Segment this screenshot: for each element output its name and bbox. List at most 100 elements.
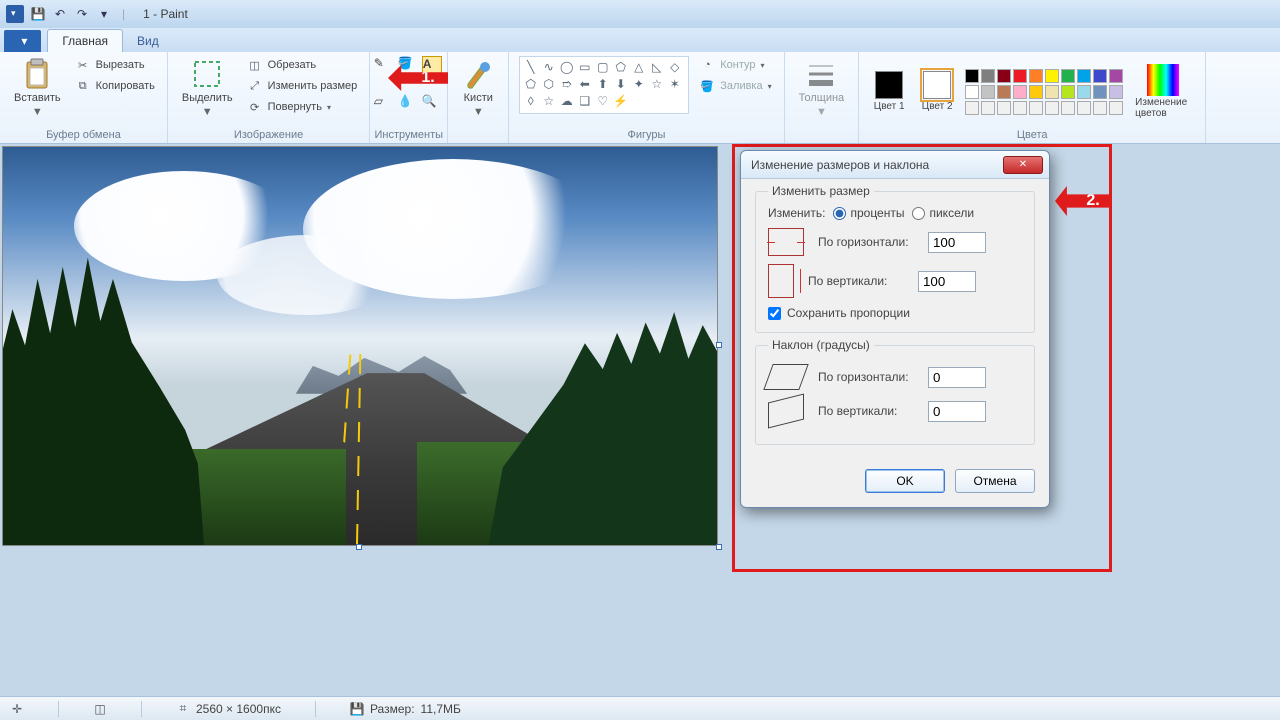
save-icon[interactable]: 💾	[30, 6, 46, 22]
dialog-titlebar[interactable]: Изменение размеров и наклона ✕	[741, 151, 1049, 179]
qat-dropdown-icon[interactable]: ▾	[96, 6, 112, 22]
palette-swatch[interactable]	[981, 101, 995, 115]
palette-swatch[interactable]	[1109, 101, 1123, 115]
horizontal-input[interactable]	[928, 232, 986, 253]
palette-swatch[interactable]	[981, 85, 995, 99]
tab-home[interactable]: Главная	[47, 29, 123, 52]
shape-polygon-icon[interactable]: ⬠	[613, 60, 628, 74]
picker-icon[interactable]: 💧	[398, 94, 418, 114]
palette-swatch[interactable]	[1093, 101, 1107, 115]
palette-swatch[interactable]	[1013, 85, 1027, 99]
shape-pentagon-icon[interactable]: ⬠	[523, 77, 538, 91]
radio-percent[interactable]: проценты	[833, 206, 904, 220]
palette-swatch[interactable]	[1013, 69, 1027, 83]
palette-swatch[interactable]	[1109, 85, 1123, 99]
palette-swatch[interactable]	[965, 69, 979, 83]
skew-vertical-input[interactable]	[928, 401, 986, 422]
maintain-aspect-checkbox[interactable]: Сохранить пропорции	[768, 306, 1022, 320]
palette-swatch[interactable]	[1109, 69, 1123, 83]
resize-handle[interactable]	[716, 342, 722, 348]
skew-horizontal-input[interactable]	[928, 367, 986, 388]
shape-rtriangle-icon[interactable]: ◺	[649, 60, 664, 74]
cut-button[interactable]: ✂Вырезать	[73, 56, 157, 74]
file-menu-button[interactable]: ▾	[4, 30, 41, 52]
shape-roundrect-icon[interactable]: ▢	[595, 60, 610, 74]
outline-button[interactable]: ◔Контур ▾	[697, 56, 773, 74]
select-button[interactable]: Выделить ▼	[178, 56, 237, 120]
palette-swatch[interactable]	[1013, 101, 1027, 115]
edit-colors-button[interactable]: Изменение цветов	[1131, 62, 1195, 121]
palette-swatch[interactable]	[1093, 69, 1107, 83]
color2-slot[interactable]: Цвет 2	[917, 71, 957, 112]
workspace[interactable]: Изменение размеров и наклона ✕ Изменить …	[0, 144, 1280, 696]
redo-icon[interactable]: ↷	[74, 6, 90, 22]
palette-swatch[interactable]	[1029, 85, 1043, 99]
shape-callout2-icon[interactable]: ☆	[541, 94, 556, 108]
cancel-button[interactable]: Отмена	[955, 469, 1035, 493]
shape-arrowd-icon[interactable]: ⬇	[613, 77, 628, 91]
pencil-icon[interactable]: ✎	[374, 56, 394, 76]
system-menu-icon[interactable]	[6, 5, 24, 23]
palette-swatch[interactable]	[1061, 85, 1075, 99]
palette-swatch[interactable]	[1077, 101, 1091, 115]
undo-icon[interactable]: ↶	[52, 6, 68, 22]
shape-curve-icon[interactable]: ∿	[541, 60, 556, 74]
shape-oval-icon[interactable]: ◯	[559, 60, 574, 74]
shape-callout1-icon[interactable]: ◊	[523, 94, 538, 108]
resize-handle[interactable]	[716, 544, 722, 550]
palette-swatch[interactable]	[1061, 101, 1075, 115]
paste-button[interactable]: Вставить ▼	[10, 56, 65, 120]
shape-diamond-icon[interactable]: ◇	[667, 60, 682, 74]
palette-swatch[interactable]	[1045, 69, 1059, 83]
palette-swatch[interactable]	[1029, 101, 1043, 115]
shape-hexagon-icon[interactable]: ⬡	[541, 77, 556, 91]
shape-5star-icon[interactable]: ☆	[649, 77, 664, 91]
magnifier-icon[interactable]: 🔍	[422, 94, 442, 114]
palette-swatch[interactable]	[1045, 85, 1059, 99]
thickness-button[interactable]: Толщина ▼	[795, 56, 849, 120]
palette-swatch[interactable]	[1077, 69, 1091, 83]
paste-label: Вставить	[14, 92, 61, 104]
close-button[interactable]: ✕	[1003, 156, 1043, 174]
palette-swatch[interactable]	[1045, 101, 1059, 115]
color-palette[interactable]	[965, 69, 1123, 115]
copy-button[interactable]: ⧉Копировать	[73, 77, 157, 95]
palette-swatch[interactable]	[965, 101, 979, 115]
shape-heart-icon[interactable]: ♡	[595, 94, 610, 108]
resize-handle[interactable]	[356, 544, 362, 550]
shape-lightning-icon[interactable]: ⚡	[613, 94, 628, 108]
color1-slot[interactable]: Цвет 1	[869, 71, 909, 112]
fill-select-button[interactable]: 🪣Заливка ▾	[697, 77, 773, 95]
brushes-button[interactable]: Кисти ▼	[458, 56, 498, 120]
shape-arrowl-icon[interactable]: ⬅	[577, 77, 592, 91]
palette-swatch[interactable]	[1093, 85, 1107, 99]
palette-swatch[interactable]	[1077, 85, 1091, 99]
palette-swatch[interactable]	[981, 69, 995, 83]
radio-pixels[interactable]: пиксели	[912, 206, 974, 220]
palette-swatch[interactable]	[997, 101, 1011, 115]
palette-swatch[interactable]	[997, 85, 1011, 99]
palette-swatch[interactable]	[1061, 69, 1075, 83]
canvas-image[interactable]	[2, 146, 718, 546]
shapes-gallery[interactable]: ╲∿◯▭▢⬠△◺◇ ⬠⬡➱⬅⬆⬇✦☆✶ ◊☆☁❑♡⚡	[519, 56, 689, 114]
vertical-input[interactable]	[918, 271, 976, 292]
rotate-button[interactable]: ⟳Повернуть ▾	[245, 98, 360, 116]
palette-swatch[interactable]	[965, 85, 979, 99]
shape-callout3-icon[interactable]: ☁	[559, 94, 574, 108]
resize-button[interactable]: ⤢Изменить размер	[245, 77, 360, 95]
crop-button[interactable]: ◫Обрезать	[245, 56, 360, 74]
shape-4star-icon[interactable]: ✦	[631, 77, 646, 91]
palette-swatch[interactable]	[997, 69, 1011, 83]
palette-swatch[interactable]	[1029, 69, 1043, 83]
eraser-icon[interactable]: ▱	[374, 94, 394, 114]
ok-button[interactable]: OK	[865, 469, 945, 493]
shape-6star-icon[interactable]: ✶	[667, 77, 682, 91]
shape-callout4-icon[interactable]: ❑	[577, 94, 592, 108]
shape-arrowr-icon[interactable]: ➱	[559, 77, 574, 91]
shape-arrowu-icon[interactable]: ⬆	[595, 77, 610, 91]
group-image: Выделить ▼ ◫Обрезать ⤢Изменить размер ⟳П…	[168, 52, 370, 143]
tab-view[interactable]: Вид	[123, 30, 173, 52]
shape-triangle-icon[interactable]: △	[631, 60, 646, 74]
shape-line-icon[interactable]: ╲	[523, 60, 538, 74]
shape-rect-icon[interactable]: ▭	[577, 60, 592, 74]
